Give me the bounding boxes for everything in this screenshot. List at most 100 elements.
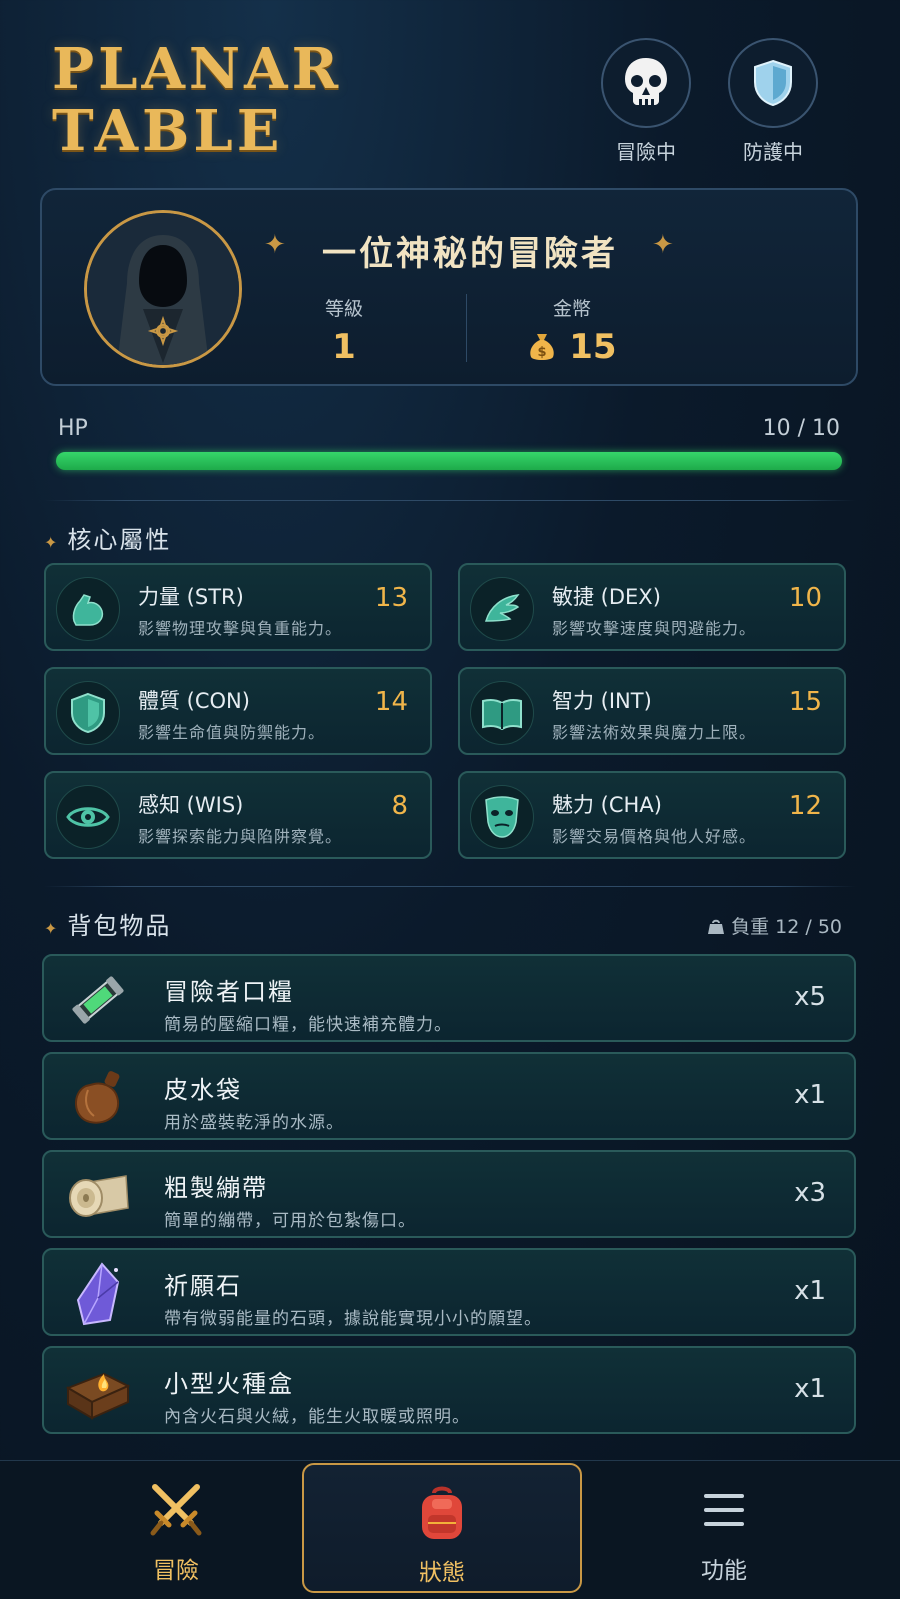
status-protected-label: 防護中 [743,140,803,164]
attribute-name: 智力 (INT) [552,689,652,713]
attribute-name: 感知 (WIS) [138,793,244,817]
attribute-desc: 影響生命值與防禦能力。 [138,723,326,742]
bandage-roll-icon [64,1162,132,1230]
hp-bar [56,452,842,470]
profile-card: ✦ ✦ 一位神秘的冒險者 等級 1 金幣 $ 15 [40,188,858,386]
player-name: 一位神秘的冒險者 [322,234,618,274]
status-adventuring-button[interactable]: 冒險中 [600,38,692,165]
inventory-item-wish-stone[interactable]: 祈願石 帶有微弱能量的石頭，據說能實現小小的願望。 x1 [42,1248,856,1336]
gold-value-row: $ 15 [482,327,662,371]
section-star-icon: ✦ [44,533,60,552]
attribute-value: 12 [788,791,822,821]
gold-label: 金幣 [552,298,591,320]
attribute-desc: 影響攻擊速度與閃避能力。 [552,619,757,638]
attribute-name: 魅力 (CHA) [552,793,662,817]
backpack-icon [304,1483,580,1545]
level-value: 1 [332,327,356,367]
attributes-title-text: 核心屬性 [67,526,172,554]
level-label: 等級 [324,298,363,320]
attribute-value: 10 [788,583,822,613]
item-name: 冒險者口糧 [164,978,294,1006]
nav-status-label: 狀態 [419,1560,465,1586]
menu-icon [584,1479,864,1541]
mask-icon [470,785,534,849]
crossed-swords-icon [36,1479,316,1541]
status-adventuring-label: 冒險中 [616,140,676,164]
inventory-weight: 負重 12 / 50 [707,912,842,940]
attribute-desc: 影響探索能力與陷阱察覺。 [138,827,343,846]
attribute-value: 14 [374,687,408,717]
gold-amount: 15 [569,327,617,367]
logo-line-1: PLANAR [52,36,343,102]
avatar[interactable] [84,210,242,368]
shield-icon [56,681,120,745]
nav-functions[interactable]: 功能 [584,1461,864,1599]
header: PLANAR TABLE 冒險中 防護中 [0,0,900,180]
attribute-desc: 影響交易價格與他人好感。 [552,827,757,846]
skull-icon [601,38,691,128]
inventory-item-ration[interactable]: 冒險者口糧 簡易的壓縮口糧，能快速補充體力。 x5 [42,954,856,1042]
logo-line-2: TABLE [52,98,284,164]
waterskin-icon [64,1064,132,1132]
attribute-card-int[interactable]: 智力 (INT) 影響法術效果與魔力上限。 15 [458,667,846,755]
attribute-value: 15 [788,687,822,717]
bottom-nav: 冒險 狀態 功能 [0,1460,900,1599]
item-qty: x1 [794,1080,826,1110]
wing-icon [470,577,534,641]
nav-status[interactable]: 狀態 [302,1463,582,1593]
attribute-card-str[interactable]: 力量 (STR) 影響物理攻擊與負重能力。 13 [44,563,432,651]
item-name: 小型火種盒 [164,1370,294,1398]
attributes-section-title: ✦ 核心屬性 [44,520,171,555]
inventory-section-title: ✦ 背包物品 [44,906,171,941]
status-protected-button[interactable]: 防護中 [727,38,819,165]
inventory-item-tinderbox[interactable]: 小型火種盒 內含火石與火絨，能生火取暖或照明。 x1 [42,1346,856,1434]
section-star-icon: ✦ [44,919,60,938]
attribute-name: 力量 (STR) [138,585,244,609]
sparkle-left-icon: ✦ [264,230,286,260]
attribute-name: 敏捷 (DEX) [552,585,661,609]
item-desc: 用於盛裝乾淨的水源。 [164,1113,344,1133]
attribute-value: 13 [374,583,408,613]
book-icon [470,681,534,745]
item-qty: x5 [794,982,826,1012]
attribute-card-cha[interactable]: 魅力 (CHA) 影響交易價格與他人好感。 12 [458,771,846,859]
item-desc: 簡單的繃帶，可用於包紮傷口。 [164,1211,416,1231]
hp-label: HP [58,416,88,441]
item-qty: x3 [794,1178,826,1208]
item-name: 粗製繃帶 [164,1174,268,1202]
item-qty: x1 [794,1374,826,1404]
nav-adventure-label: 冒險 [153,1558,199,1584]
item-desc: 內含火石與火絨，能生火取暖或照明。 [164,1407,470,1427]
attribute-desc: 影響物理攻擊與負重能力。 [138,619,343,638]
attribute-card-wis[interactable]: 感知 (WIS) 影響探索能力與陷阱察覺。 8 [44,771,432,859]
svg-text:$: $ [538,345,547,360]
attribute-name: 體質 (CON) [138,689,250,713]
item-desc: 帶有微弱能量的石頭，據說能實現小小的願望。 [164,1309,542,1329]
item-qty: x1 [794,1276,826,1306]
hp-bar-fill [56,452,842,470]
ration-tube-icon [64,966,132,1034]
item-name: 皮水袋 [164,1076,242,1104]
nav-adventure[interactable]: 冒險 [36,1461,316,1599]
inventory-item-waterskin[interactable]: 皮水袋 用於盛裝乾淨的水源。 x1 [42,1052,856,1140]
stat-divider [466,294,467,362]
item-name: 祈願石 [164,1272,242,1300]
attribute-card-dex[interactable]: 敏捷 (DEX) 影響攻擊速度與閃避能力。 10 [458,563,846,651]
attribute-card-con[interactable]: 體質 (CON) 影響生命值與防禦能力。 14 [44,667,432,755]
app-logo: PLANAR TABLE [52,38,342,162]
tinderbox-icon [64,1358,132,1426]
item-desc: 簡易的壓縮口糧，能快速補充體力。 [164,1015,452,1035]
shield-icon [728,38,818,128]
inventory-title-text: 背包物品 [67,912,172,940]
sparkle-right-icon: ✦ [652,230,674,260]
divider [44,886,856,887]
weight-icon [707,917,725,940]
muscle-arm-icon [56,577,120,641]
attribute-value: 8 [391,791,408,821]
nav-functions-label: 功能 [701,1558,747,1584]
level-stat: 等級 1 [254,294,434,367]
inventory-item-bandage[interactable]: 粗製繃帶 簡單的繃帶，可用於包紮傷口。 x3 [42,1150,856,1238]
attribute-desc: 影響法術效果與魔力上限。 [552,723,757,742]
gold-stat: 金幣 $ 15 [482,294,662,371]
eye-icon [56,785,120,849]
